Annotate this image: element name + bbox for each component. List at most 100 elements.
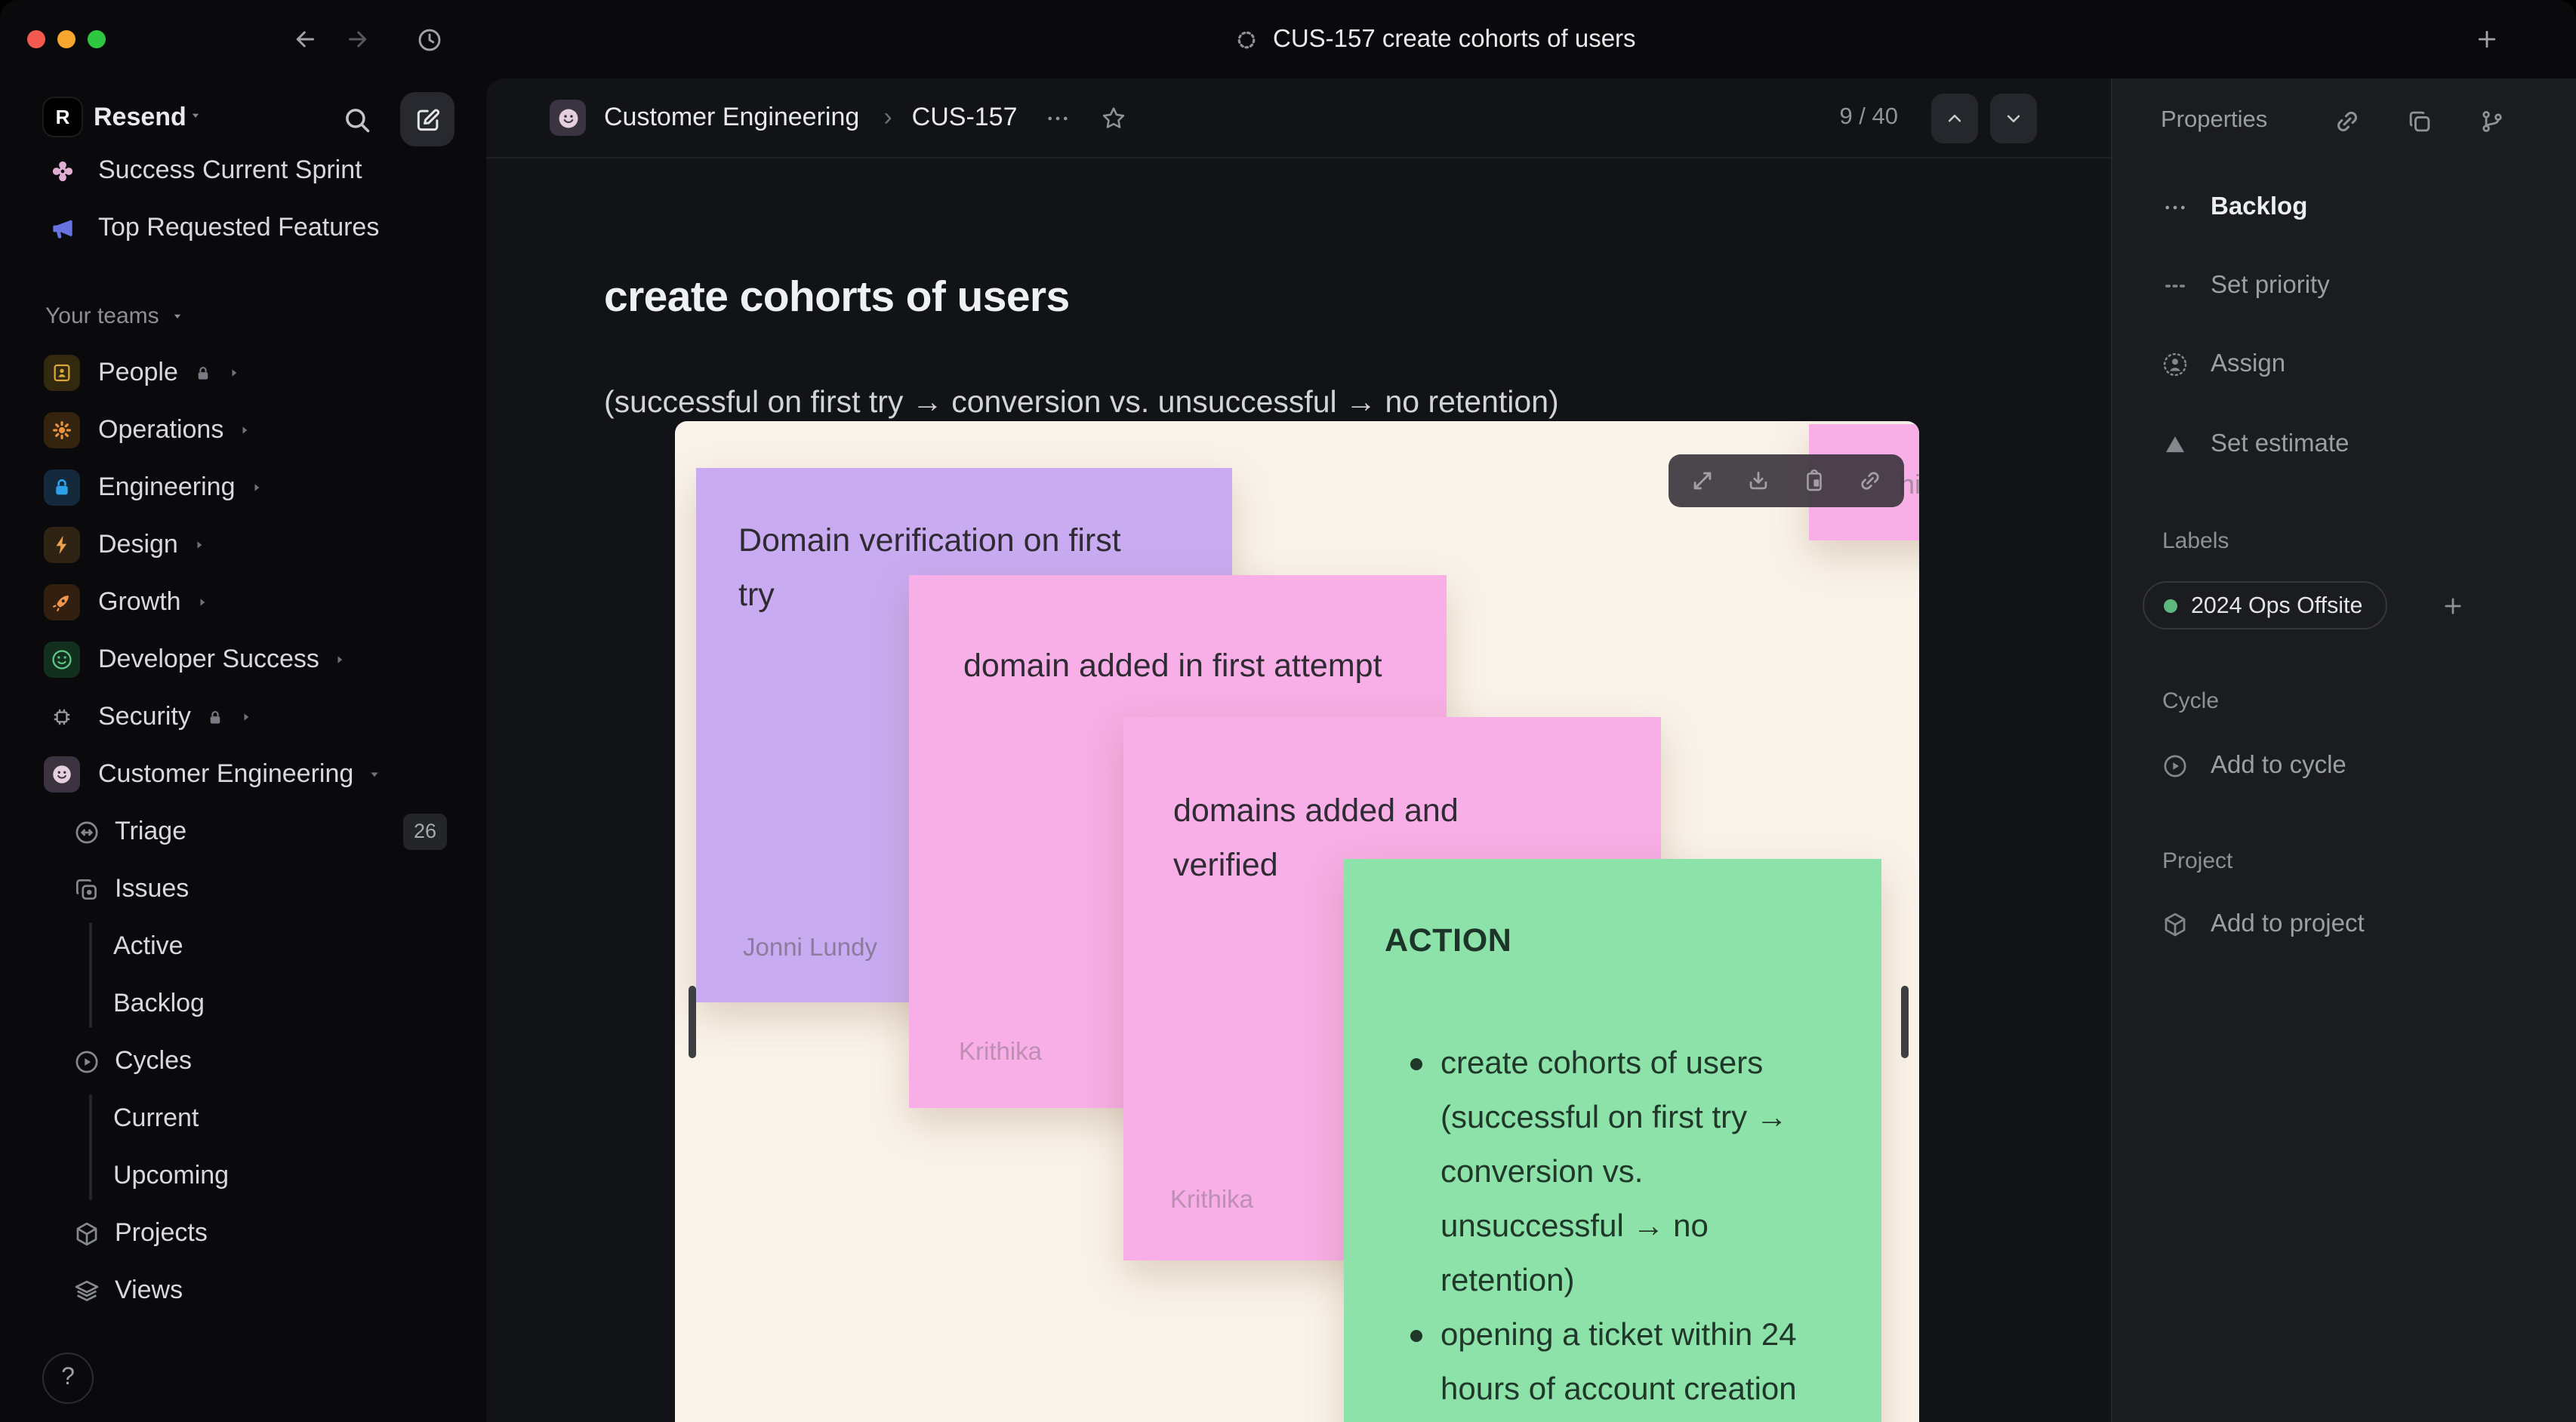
expand-icon[interactable] bbox=[1687, 466, 1718, 496]
linear-app-window: CUS-157 create cohorts of users R Resend… bbox=[0, 0, 2576, 1422]
bullet-item: opening a ticket within 24 hours of acco… bbox=[1410, 1309, 1812, 1417]
security-icon bbox=[44, 699, 80, 735]
sidebar-item-active[interactable]: Active bbox=[0, 918, 486, 975]
issue-description-line[interactable]: (successful on first try → conversion vs… bbox=[604, 384, 1559, 420]
sidebar-item-design[interactable]: Design bbox=[0, 516, 486, 574]
sidebar-item-projects[interactable]: Projects bbox=[0, 1205, 486, 1262]
property-priority[interactable]: Set priority bbox=[2161, 258, 2330, 312]
history-clock-button[interactable] bbox=[415, 26, 442, 53]
sidebar-item-views[interactable]: Views bbox=[0, 1262, 486, 1319]
chevron-right-icon[interactable] bbox=[237, 423, 252, 438]
label-2024-ops-offsite[interactable]: 2024 Ops Offsite bbox=[2143, 581, 2387, 629]
sidebar: R Resend Success Current Sprint Top Reque… bbox=[0, 78, 486, 1422]
sidebar-item-backlog[interactable]: Backlog bbox=[0, 975, 486, 1033]
zoom-window-button[interactable] bbox=[88, 30, 106, 48]
project-cube-icon bbox=[2161, 910, 2189, 938]
sidebar-item-cycles[interactable]: Cycles bbox=[0, 1033, 486, 1090]
views-icon bbox=[69, 1273, 103, 1309]
property-assignee[interactable]: Assign bbox=[2161, 337, 2285, 391]
back-button[interactable] bbox=[291, 26, 319, 53]
window-tab[interactable]: CUS-157 create cohorts of users bbox=[1235, 0, 1636, 78]
sidebar-item-operations[interactable]: Operations bbox=[0, 402, 486, 459]
chevron-down-icon[interactable] bbox=[367, 767, 382, 782]
sidebar-item-your-teams[interactable]: Your teams bbox=[0, 287, 486, 344]
forward-button[interactable] bbox=[344, 26, 371, 53]
team-smiley-icon bbox=[550, 100, 586, 136]
chevron-down-icon bbox=[189, 109, 202, 122]
favorite-star-button[interactable] bbox=[1099, 103, 1128, 132]
triage-count-badge: 26 bbox=[402, 814, 447, 850]
priority-dashes bbox=[2161, 271, 2189, 300]
add-label-button[interactable] bbox=[2433, 586, 2472, 625]
sidebar-item-top-requested-features[interactable]: Top Requested Features bbox=[0, 199, 486, 257]
copy-link-button[interactable] bbox=[2333, 106, 2363, 136]
sticky-note-text: domain added in first attempt bbox=[963, 648, 1382, 684]
download-icon[interactable] bbox=[1743, 466, 1773, 496]
sidebar-item-growth[interactable]: Growth bbox=[0, 574, 486, 631]
backlog-dashed bbox=[2161, 192, 2189, 221]
workspace-logo[interactable]: R bbox=[44, 98, 82, 136]
chevron-up-icon bbox=[1943, 106, 1966, 129]
search-button[interactable] bbox=[341, 103, 374, 136]
sticky-note-bullets: create cohorts of users (successful on f… bbox=[1410, 1037, 1812, 1417]
new-issue-button[interactable] bbox=[400, 92, 454, 146]
top-requested-features-icon bbox=[44, 210, 80, 246]
add-to-cycle-button[interactable]: Add to cycle bbox=[2161, 738, 2346, 793]
next-issue-button[interactable] bbox=[1990, 93, 2037, 143]
property-estimate[interactable]: Set estimate bbox=[2161, 417, 2349, 471]
minimize-window-button[interactable] bbox=[57, 30, 75, 48]
issue-pager: 9 / 40 bbox=[1839, 93, 2111, 143]
projects-icon bbox=[69, 1215, 103, 1251]
workspace-name[interactable]: Resend bbox=[94, 103, 186, 133]
operations-icon bbox=[44, 412, 80, 448]
properties-panel: Properties Backlog Set priority Assign Set … bbox=[2111, 78, 2576, 1422]
previous-issue-button[interactable] bbox=[1931, 93, 1978, 143]
image-resize-handle-right[interactable] bbox=[1901, 986, 1909, 1058]
breadcrumb-separator: › bbox=[883, 103, 892, 131]
customer-engineering-icon bbox=[44, 756, 80, 793]
issue-title[interactable]: create cohorts of users bbox=[604, 273, 1070, 323]
duplicate-button[interactable] bbox=[2405, 106, 2436, 136]
properties-title: Properties bbox=[2161, 107, 2268, 133]
new-tab-button[interactable] bbox=[2473, 26, 2501, 53]
cycle-icon bbox=[2161, 751, 2189, 780]
sidebar-item-security[interactable]: Security bbox=[0, 688, 486, 746]
sidebar-item-success-current-sprint[interactable]: Success Current Sprint bbox=[0, 142, 486, 199]
chevron-right-icon[interactable] bbox=[239, 709, 254, 725]
design-icon bbox=[44, 527, 80, 563]
sidebar-item-developer-success[interactable]: Developer Success bbox=[0, 631, 486, 688]
more-actions-button[interactable] bbox=[1043, 103, 1072, 132]
sidebar-item-triage[interactable]: Triage 26 bbox=[0, 803, 486, 860]
sidebar-item-upcoming[interactable]: Upcoming bbox=[0, 1147, 486, 1205]
lock-icon bbox=[193, 363, 213, 383]
breadcrumb-issue-id[interactable]: CUS-157 bbox=[912, 103, 1018, 133]
sidebar-item-engineering[interactable]: Engineering bbox=[0, 459, 486, 516]
property-status[interactable]: Backlog bbox=[2161, 180, 2307, 234]
pager-position: 9 / 40 bbox=[1839, 104, 1898, 130]
close-window-button[interactable] bbox=[27, 30, 45, 48]
issues-icon bbox=[69, 871, 103, 907]
git-branch-button[interactable] bbox=[2478, 106, 2508, 136]
chevron-right-icon[interactable] bbox=[195, 595, 210, 610]
chevron-right-icon[interactable] bbox=[192, 537, 207, 552]
main-panel: Customer Engineering › CUS-157 9 / 40 cr… bbox=[486, 78, 2576, 1422]
sidebar-item-people[interactable]: People bbox=[0, 344, 486, 402]
add-to-project-button[interactable]: Add to project bbox=[2161, 897, 2365, 951]
project-section-header: Project bbox=[2162, 848, 2233, 874]
clipboard-icon[interactable] bbox=[1799, 466, 1829, 496]
help-button[interactable]: ? bbox=[42, 1353, 94, 1404]
sidebar-item-issues[interactable]: Issues bbox=[0, 860, 486, 918]
window-title: CUS-157 create cohorts of users bbox=[1273, 25, 1636, 52]
attachment-whiteboard-image[interactable]: Domain verification on first try Jonni L… bbox=[675, 421, 1919, 1422]
chevron-right-icon[interactable] bbox=[249, 480, 264, 495]
link-icon[interactable] bbox=[1855, 466, 1885, 496]
chevron-right-icon[interactable] bbox=[333, 652, 348, 667]
chevron-right-icon[interactable] bbox=[226, 365, 242, 380]
image-resize-handle-left[interactable] bbox=[689, 986, 696, 1058]
sidebar-item-customer-engineering[interactable]: Customer Engineering bbox=[0, 746, 486, 803]
sidebar-item-current[interactable]: Current bbox=[0, 1090, 486, 1147]
breadcrumb-team[interactable]: Customer Engineering bbox=[604, 103, 859, 133]
triage-icon bbox=[69, 814, 103, 850]
label-text: 2024 Ops Offsite bbox=[2191, 592, 2363, 618]
success-current-sprint-icon bbox=[44, 152, 80, 189]
